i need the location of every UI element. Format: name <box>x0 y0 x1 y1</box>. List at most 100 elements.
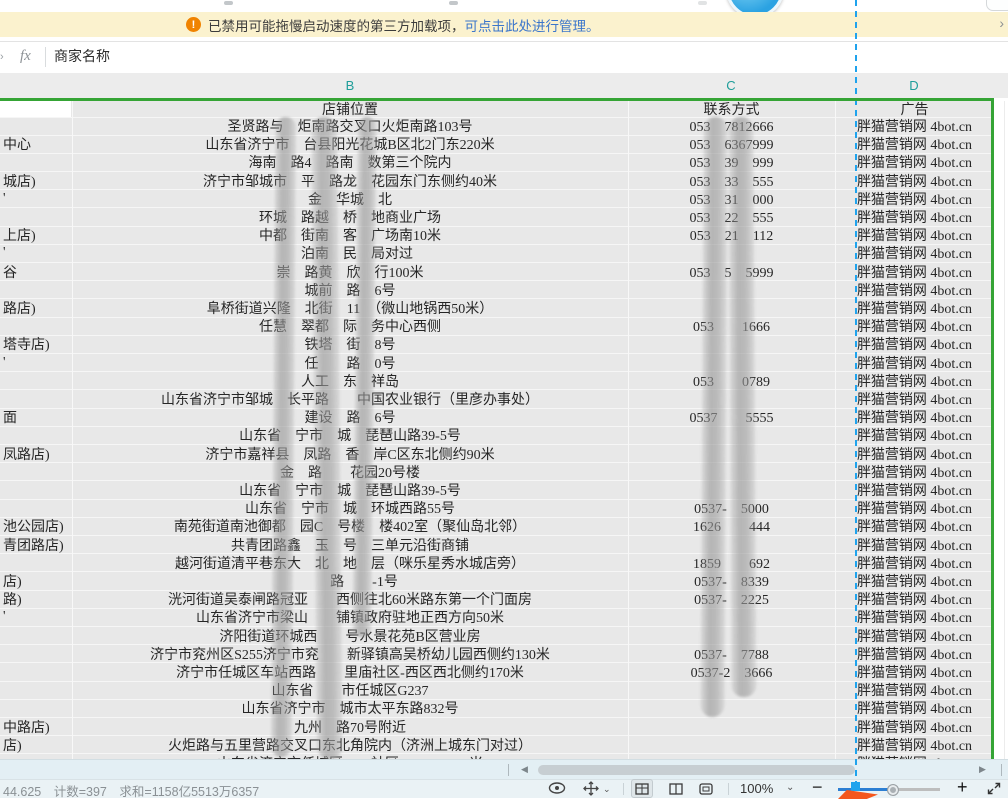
cell-a[interactable]: 青团路店) <box>0 536 71 553</box>
cell-a[interactable] <box>0 427 71 444</box>
cell-store-location[interactable]: 任 路 0号 <box>73 354 627 371</box>
cell-store-location[interactable]: 济宁市兖州区S255济宁市兖 新驿镇高吴桥幼儿园西侧约130米 <box>73 645 627 662</box>
cell-a[interactable] <box>0 318 71 335</box>
cell-store-location[interactable]: 海南 路4 路南 数第三个院内 <box>73 154 627 171</box>
cell-store-location[interactable]: 金 华城 北 <box>73 190 627 207</box>
cell-a[interactable] <box>0 118 71 135</box>
cell-a[interactable]: 谷 <box>0 263 71 280</box>
fx-icon[interactable]: fx <box>20 48 31 65</box>
cell-ad[interactable]: 胖猫营销网 4bot.cn <box>836 645 993 662</box>
cell-ad[interactable]: 胖猫营销网 4bot.cn <box>836 573 993 590</box>
cell-ad[interactable]: 胖猫营销网 4bot.cn <box>836 118 993 135</box>
cell-ad[interactable]: 胖猫营销网 4bot.cn <box>836 700 993 717</box>
cell-ad[interactable]: 胖猫营销网 4bot.cn <box>836 227 993 244</box>
cell-ad[interactable]: 胖猫营销网 4bot.cn <box>836 372 993 389</box>
cell-ad[interactable]: 胖猫营销网 4bot.cn <box>836 554 993 571</box>
cell-ad[interactable]: 胖猫营销网 4bot.cn <box>836 300 993 317</box>
scroll-right-arrow[interactable]: ▶ <box>979 764 986 775</box>
cell-store-location[interactable]: 人工 东 祥岛 <box>73 372 627 389</box>
cell-store-location[interactable]: 山东省济宁市 城市太平东路832号 <box>73 700 627 717</box>
cell-a[interactable] <box>0 101 71 117</box>
cell-a[interactable]: ' <box>0 245 71 262</box>
reading-mode-eye-icon[interactable] <box>548 781 566 795</box>
cell-store-location[interactable]: 洸河街道吴泰闸路冠亚 西侧往北60米路东第一个门面房 <box>73 591 627 608</box>
cell-a[interactable]: 中心 <box>0 136 71 153</box>
cell-a[interactable]: 中路店) <box>0 718 71 735</box>
cell-store-location[interactable]: 山东省 宁市 城 琵琶山路39-5号 <box>73 482 627 499</box>
cell-a[interactable] <box>0 700 71 717</box>
window-corner-button[interactable] <box>986 0 1008 11</box>
cell-ad[interactable]: 胖猫营销网 4bot.cn <box>836 409 993 426</box>
cell-store-location[interactable]: 圣贤路与 炬南路交叉口火炬南路103号 <box>73 118 627 135</box>
cell-store-location[interactable]: 阜桥街道兴隆 北街 11 （微山地锅西50米） <box>73 300 627 317</box>
cell-ad[interactable]: 胖猫营销网 4bot.cn <box>836 172 993 189</box>
cell-store-location[interactable]: 火炬路与五里营路交叉口东北角院内（济洲上城东门对过） <box>73 736 627 753</box>
cell-store-location[interactable]: 中都 街南 客 广场南10米 <box>73 227 627 244</box>
cell-ad[interactable]: 广告 <box>836 101 993 117</box>
cell-ad[interactable]: 胖猫营销网 4bot.cn <box>836 209 993 226</box>
cell-a[interactable]: 店) <box>0 573 71 590</box>
cell-ad[interactable]: 胖猫营销网 4bot.cn <box>836 263 993 280</box>
cell-a[interactable] <box>0 627 71 644</box>
manage-addins-link[interactable]: 可点击此处进行管理。 <box>465 15 600 35</box>
cell-a[interactable]: 凤路店) <box>0 445 71 462</box>
cell-store-location[interactable]: 崇 路黄 欣 行100米 <box>73 263 627 280</box>
cell-ad[interactable]: 胖猫营销网 4bot.cn <box>836 391 993 408</box>
cell-ad[interactable]: 胖猫营销网 4bot.cn <box>836 445 993 462</box>
cell-ad[interactable]: 胖猫营销网 4bot.cn <box>836 609 993 626</box>
cell-store-location[interactable]: 山东省济宁市邹城 长平路 中国农业银行（里彦办事处） <box>73 391 627 408</box>
cell-a[interactable]: ' <box>0 609 71 626</box>
cell-store-location[interactable]: 济阳街道环城西 号水景花苑B区营业房 <box>73 627 627 644</box>
cell-a[interactable]: 上店) <box>0 227 71 244</box>
cell-ad[interactable]: 胖猫营销网 4bot.cn <box>836 536 993 553</box>
cell-store-location[interactable]: 任慧 翠都 际 务中心西侧 <box>73 318 627 335</box>
cell-a[interactable] <box>0 391 71 408</box>
cell-contact[interactable] <box>629 718 834 735</box>
cell-ad[interactable]: 胖猫营销网 4bot.cn <box>836 718 993 735</box>
cell-a[interactable] <box>0 500 71 517</box>
notification-expand-chevron-icon[interactable]: › <box>999 15 1004 31</box>
cell-contact[interactable]: 联系方式 <box>629 101 834 117</box>
cell-a[interactable] <box>0 482 71 499</box>
cell-store-location[interactable]: 济宁市任城区车站西路 里庙社区-西区西北侧约170米 <box>73 664 627 681</box>
scroll-left-arrow[interactable]: ◀ <box>521 764 528 775</box>
cell-ad[interactable]: 胖猫营销网 4bot.cn <box>836 318 993 335</box>
cell-ad[interactable]: 胖猫营销网 4bot.cn <box>836 664 993 681</box>
cell-ad[interactable]: 胖猫营销网 4bot.cn <box>836 482 993 499</box>
cell-a[interactable] <box>0 154 71 171</box>
zoom-slider-thumb[interactable] <box>887 784 899 796</box>
normal-view-button[interactable] <box>631 779 653 798</box>
cell-store-location[interactable]: 共青团路鑫 玉 号 三单元沿街商铺 <box>73 536 627 553</box>
cell-ad[interactable]: 胖猫营销网 4bot.cn <box>836 154 993 171</box>
cell-ad[interactable]: 胖猫营销网 4bot.cn <box>836 354 993 371</box>
cell-store-location[interactable]: 山东省济宁市任城区 社区 米 <box>73 755 627 760</box>
zoom-in-button[interactable]: + <box>957 777 968 798</box>
cell-ad[interactable]: 胖猫营销网 4bot.cn <box>836 518 993 535</box>
cell-store-location[interactable]: 泊南 民 局对过 <box>73 245 627 262</box>
cell-a[interactable] <box>0 664 71 681</box>
cell-a[interactable] <box>0 645 71 662</box>
cell-store-location[interactable]: 山东省 市任城区G237 <box>73 682 627 699</box>
cell-ad[interactable]: 胖猫营销网 4bot.cn <box>836 281 993 298</box>
cell-a[interactable]: 城店) <box>0 172 71 189</box>
formula-input[interactable]: 商家名称 <box>54 42 110 73</box>
cell-store-location[interactable]: 环城 路越 桥 地商业广场 <box>73 209 627 226</box>
move-selection-icon[interactable] <box>583 781 599 796</box>
cell-a[interactable]: 面 <box>0 409 71 426</box>
cell-ad[interactable]: 胖猫营销网 4bot.cn <box>836 736 993 753</box>
cell-ad[interactable]: 胖猫营销网 4bot.cn <box>836 755 993 760</box>
cell-a[interactable] <box>0 281 71 298</box>
cell-ad[interactable]: 胖猫营销网 4bot.cn <box>836 682 993 699</box>
cell-store-location[interactable]: 越河街道清平巷东大 北 地 层（咪乐星秀水城店旁） <box>73 554 627 571</box>
column-header-D[interactable]: D <box>894 73 934 98</box>
cell-a[interactable] <box>0 463 71 480</box>
cell-store-location[interactable]: 路 -1号 <box>73 573 627 590</box>
cell-a[interactable]: 塔寺店) <box>0 336 71 353</box>
cell-store-location[interactable]: 城前 路 6号 <box>73 281 627 298</box>
cell-a[interactable] <box>0 682 71 699</box>
column-header-B[interactable]: B <box>330 73 370 98</box>
cell-a[interactable]: 店) <box>0 736 71 753</box>
zoom-slider-track[interactable] <box>838 788 892 791</box>
cell-a[interactable]: ' <box>0 190 71 207</box>
zoom-level[interactable]: 100% <box>740 781 773 796</box>
